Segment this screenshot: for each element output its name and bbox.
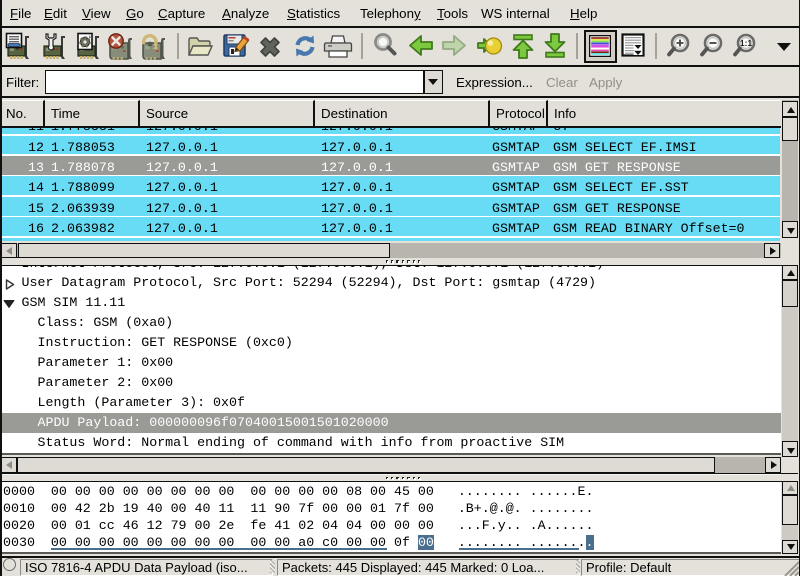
svg-text:1:1: 1:1 [740, 38, 753, 48]
